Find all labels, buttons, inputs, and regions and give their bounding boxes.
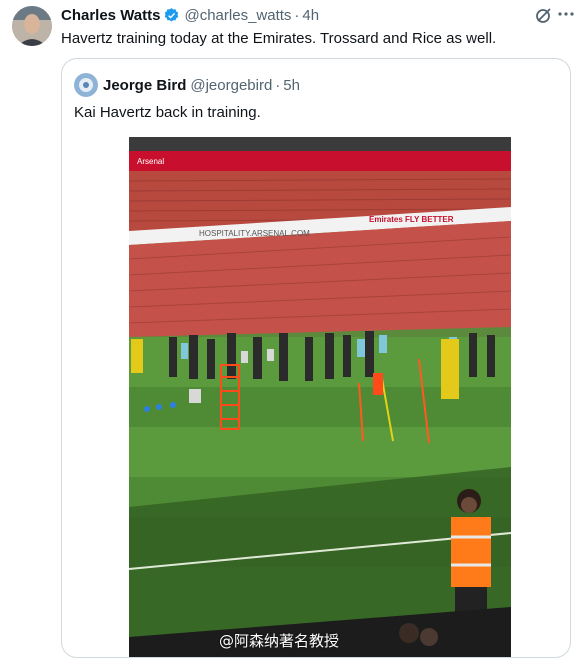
- tweet-text: Havertz training today at the Emirates. …: [61, 30, 497, 47]
- tweet-time[interactable]: 4h: [302, 7, 319, 24]
- quoted-tweet-header: Jeorge Bird @jeorgebird · 5h: [103, 75, 300, 95]
- banner-text-emirates: Emirates FLY BETTER: [369, 215, 454, 224]
- banner-text-hospitality: HOSPITALITY.ARSENAL.COM: [199, 229, 310, 238]
- photo-watermark: @阿森纳著名教授: [219, 632, 340, 650]
- quoted-author-avatar[interactable]: [74, 73, 98, 97]
- quoted-tweet[interactable]: Jeorge Bird @jeorgebird · 5h Kai Havertz…: [61, 58, 571, 658]
- author-name[interactable]: Charles Watts: [61, 7, 160, 24]
- tweet[interactable]: Charles Watts @charles_watts · 4h Havert…: [0, 0, 579, 658]
- grok-icon[interactable]: [534, 5, 554, 25]
- quoted-tweet-time[interactable]: 5h: [283, 77, 300, 94]
- more-icon[interactable]: [556, 4, 576, 24]
- author-avatar[interactable]: [12, 6, 52, 46]
- author-handle[interactable]: @charles_watts: [184, 7, 291, 24]
- training-photo[interactable]: Arsenal Emirates FLY BETTER HOSPITALITY.…: [129, 137, 511, 657]
- quoted-author-handle[interactable]: @jeorgebird: [190, 77, 272, 94]
- quoted-author-name[interactable]: Jeorge Bird: [103, 77, 186, 94]
- separator-dot: ·: [275, 76, 281, 94]
- banner-text-arsenal: Arsenal: [137, 157, 165, 166]
- quoted-tweet-text: Kai Havertz back in training.: [74, 104, 261, 121]
- verified-badge-icon: [163, 7, 180, 24]
- tweet-header: Charles Watts @charles_watts · 4h: [61, 5, 319, 25]
- separator-dot: ·: [294, 6, 300, 24]
